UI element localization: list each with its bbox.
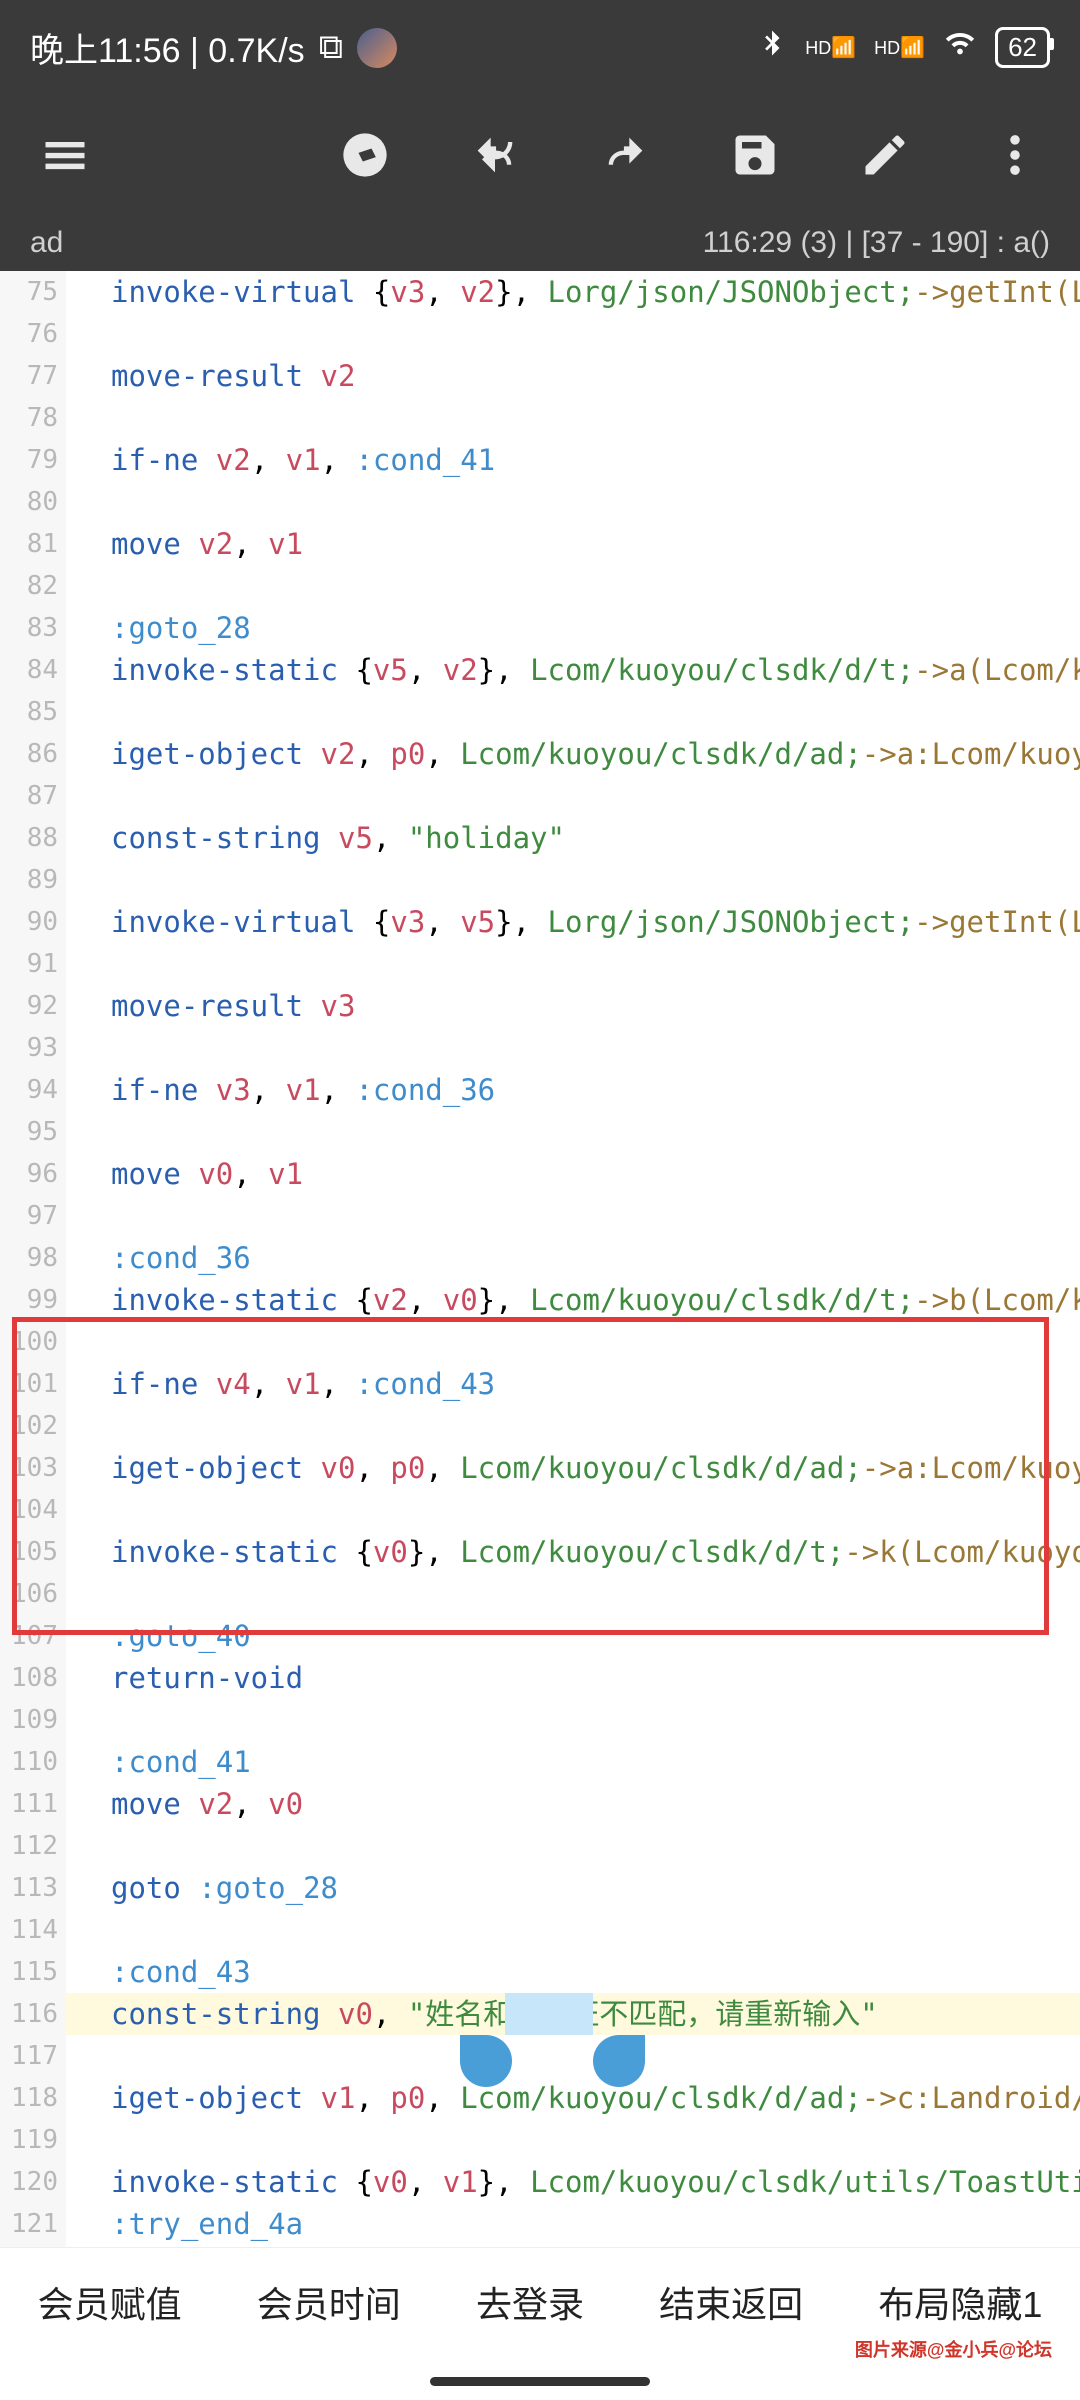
save-button[interactable] [720, 120, 790, 190]
code-editor[interactable]: 7576777879808182838485868788899091929394… [0, 271, 1080, 2247]
bottombar-item-vip-value[interactable]: 会员赋值 [38, 2276, 182, 2328]
notification-icon: ⧉ [319, 28, 343, 67]
bottombar-item-layout-hide[interactable]: 布局隐藏1 [878, 2276, 1042, 2328]
undo-button[interactable] [460, 120, 530, 190]
file-name: ad [30, 226, 63, 260]
selection-handle-left[interactable] [460, 2035, 512, 2087]
bluetooth-icon [757, 28, 787, 67]
status-time: 晚上11:56 | 0.7K/s [30, 23, 305, 72]
code-area[interactable]: invoke-virtual {v3, v2}, Lorg/json/JSONO… [66, 271, 1080, 2247]
watermark: 图片来源@金小兵@论坛 [855, 2336, 1052, 2362]
signal2-icon: HD📶 [874, 35, 925, 60]
highlight-box [12, 1317, 1049, 1635]
menu-button[interactable] [30, 120, 100, 190]
overflow-button[interactable] [980, 120, 1050, 190]
wifi-icon [943, 26, 977, 69]
signal1-icon: HD📶 [805, 35, 856, 60]
status-left: 晚上11:56 | 0.7K/s ⧉ [30, 23, 397, 72]
statusbar: 晚上11:56 | 0.7K/s ⧉ HD📶 HD📶 62 [0, 0, 1080, 95]
selection-handle-right[interactable] [593, 2035, 645, 2087]
text-selection [505, 1993, 593, 2035]
gutter: 7576777879808182838485868788899091929394… [0, 271, 66, 2247]
status-right: HD📶 HD📶 62 [757, 26, 1050, 69]
redo-button[interactable] [590, 120, 660, 190]
toolbar [0, 95, 1080, 215]
bottombar-item-login[interactable]: 去登录 [476, 2276, 584, 2328]
cursor-position: 116:29 (3) | [37 - 190] : a() [703, 226, 1050, 260]
bottombar-item-end-return[interactable]: 结束返回 [659, 2276, 803, 2328]
battery-icon: 62 [995, 27, 1050, 68]
compass-icon[interactable] [330, 120, 400, 190]
edit-button[interactable] [850, 120, 920, 190]
infobar: ad 116:29 (3) | [37 - 190] : a() [0, 215, 1080, 271]
app-notification-icon [357, 28, 397, 68]
bottombar-item-vip-time[interactable]: 会员时间 [257, 2276, 401, 2328]
home-indicator[interactable] [430, 2377, 650, 2386]
